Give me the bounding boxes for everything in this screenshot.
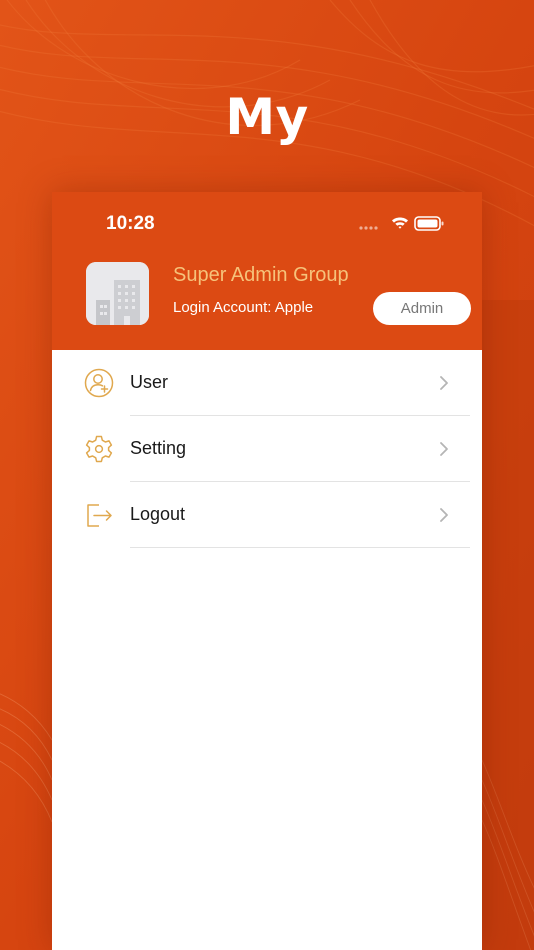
- chevron-right-icon: [440, 376, 448, 390]
- status-time: 10:28: [106, 213, 155, 234]
- cellular-signal-icon: [359, 226, 378, 230]
- logout-icon: [87, 504, 112, 527]
- menu-divider: [130, 547, 470, 548]
- menu-item-setting[interactable]: Setting: [52, 416, 482, 482]
- menu-item-label: Logout: [130, 504, 186, 524]
- phone-screen: 10:28 Super Admin Group Login Account: A…: [52, 192, 482, 950]
- building-icon: [86, 262, 149, 325]
- wifi-icon: [392, 217, 408, 229]
- menu-list: User Setting Logout: [52, 350, 482, 548]
- status-bar-icons: [359, 216, 444, 231]
- menu-item-label: Setting: [130, 438, 187, 458]
- gear-icon: [85, 435, 113, 463]
- role-badge-button[interactable]: Admin: [373, 292, 471, 325]
- organization-avatar: [86, 262, 149, 325]
- user-add-icon: [84, 368, 114, 398]
- menu-item-label: User: [130, 372, 169, 392]
- organization-name: Super Admin Group: [173, 264, 349, 286]
- app-store-screenshot: My 10:28 Super Admin Group Login Account…: [0, 0, 534, 950]
- chevron-right-icon: [440, 508, 448, 522]
- chevron-right-icon: [440, 442, 448, 456]
- profile-header: 10:28 Super Admin Group Login Account: A…: [52, 192, 482, 350]
- menu-item-logout[interactable]: Logout: [52, 482, 482, 548]
- battery-icon: [414, 216, 444, 231]
- menu-item-user[interactable]: User: [52, 350, 482, 416]
- login-account: Login Account: Apple: [173, 299, 314, 316]
- promo-title: My: [225, 88, 309, 146]
